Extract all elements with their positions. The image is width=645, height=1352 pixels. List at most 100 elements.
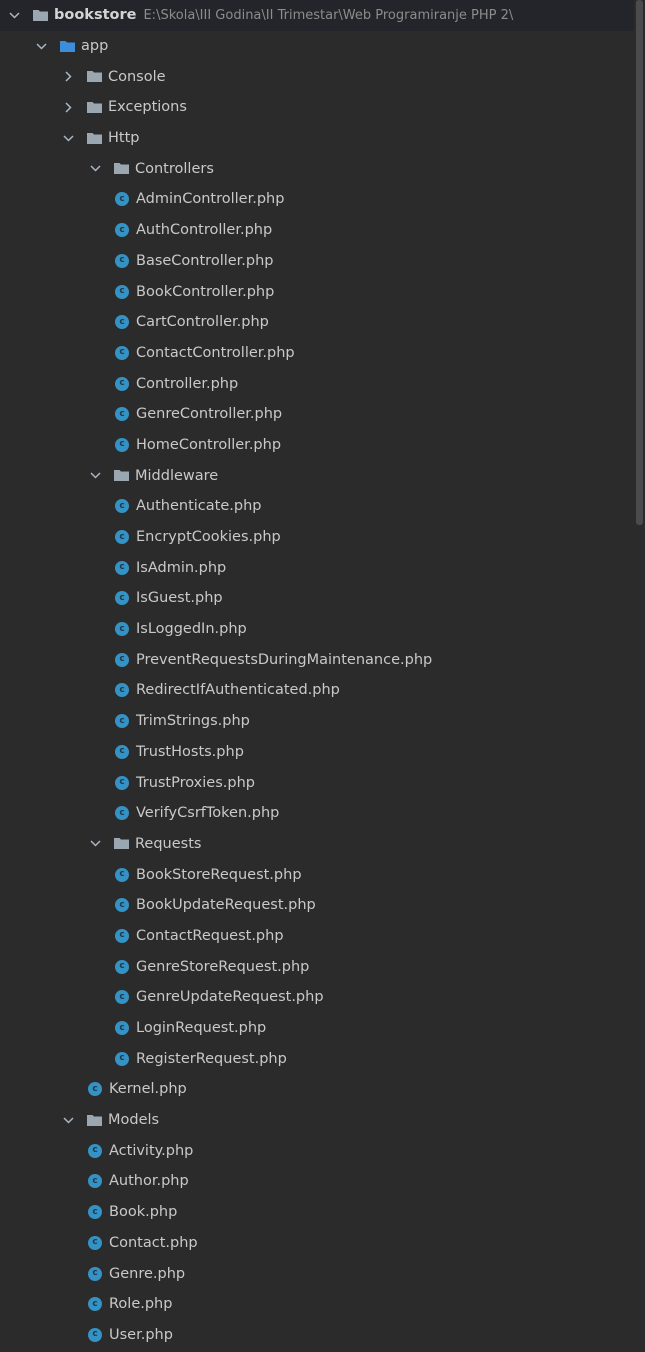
tree-file-registerrequest[interactable]: c RegisterRequest.php <box>0 1043 634 1074</box>
tree-file-isadmin[interactable]: c IsAdmin.php <box>0 552 634 583</box>
tree-file-preventrequestsduringmaintenance[interactable]: c PreventRequestsDuringMaintenance.php <box>0 644 634 675</box>
source-folder-icon <box>60 40 75 52</box>
tree-folder-http[interactable]: Http <box>0 123 634 154</box>
tree-folder-controllers[interactable]: Controllers <box>0 153 634 184</box>
php-class-icon: c <box>115 959 129 974</box>
file-label: HomeController.php <box>136 436 282 453</box>
class-icon-letter: c <box>119 500 125 511</box>
php-class-icon: c <box>115 683 129 698</box>
tree-file-user[interactable]: c User.php <box>0 1320 634 1351</box>
tree-folder-exceptions[interactable]: Exceptions <box>0 92 634 123</box>
chevron-right-icon[interactable] <box>61 71 75 82</box>
tree-folder-middleware[interactable]: Middleware <box>0 460 634 491</box>
tree-file-isguest[interactable]: c IsGuest.php <box>0 583 634 614</box>
tree-file-redirectifauthenticated[interactable]: c RedirectIfAuthenticated.php <box>0 675 634 706</box>
class-icon-letter: c <box>119 869 125 880</box>
class-icon-letter: c <box>119 592 125 603</box>
tree-folder-console[interactable]: Console <box>0 61 634 92</box>
chevron-down-icon[interactable] <box>88 840 102 847</box>
folder-icon <box>87 71 102 83</box>
php-class-icon: c <box>115 499 129 514</box>
class-icon-letter: c <box>119 715 125 726</box>
file-label: Genre.php <box>109 1265 186 1282</box>
chevron-down-icon[interactable] <box>88 472 102 479</box>
tree-file-contactrequest[interactable]: c ContactRequest.php <box>0 921 634 952</box>
file-label: GenreStoreRequest.php <box>136 958 310 975</box>
tree-file-trimstrings[interactable]: c TrimStrings.php <box>0 706 634 737</box>
file-label: BaseController.php <box>136 252 274 269</box>
tree-file-admincontroller[interactable]: c AdminController.php <box>0 184 634 215</box>
class-icon-letter: c <box>92 1175 98 1186</box>
chevron-right-icon[interactable] <box>61 102 75 113</box>
php-class-icon: c <box>115 591 129 606</box>
tree-file-book[interactable]: c Book.php <box>0 1197 634 1228</box>
tree-file-trusthosts[interactable]: c TrustHosts.php <box>0 737 634 768</box>
tree-folder-models[interactable]: Models <box>0 1105 634 1136</box>
folder-icon <box>33 9 48 21</box>
vertical-scrollbar[interactable] <box>634 0 645 1352</box>
php-class-icon: c <box>115 775 129 790</box>
tree-file-genrestorerequest[interactable]: c GenreStoreRequest.php <box>0 951 634 982</box>
tree-file-activity[interactable]: c Activity.php <box>0 1135 634 1166</box>
tree-file-kernel[interactable]: c Kernel.php <box>0 1074 634 1105</box>
scrollbar-thumb[interactable] <box>636 0 643 525</box>
tree-folder-app[interactable]: app <box>0 31 634 62</box>
file-label: TrustProxies.php <box>136 774 255 791</box>
tree-folder-requests[interactable]: Requests <box>0 829 634 860</box>
php-class-icon: c <box>115 407 129 422</box>
file-label: RedirectIfAuthenticated.php <box>136 682 340 699</box>
php-class-icon: c <box>115 315 129 330</box>
tree-file-role[interactable]: c Role.php <box>0 1289 634 1320</box>
tree-file-bookcontroller[interactable]: c BookController.php <box>0 276 634 307</box>
file-label: Kernel.php <box>109 1081 187 1098</box>
php-class-icon: c <box>115 253 129 268</box>
project-path: E:\Skola\III Godina\II Trimestar\Web Pro… <box>143 7 514 23</box>
php-class-icon: c <box>88 1174 102 1189</box>
class-icon-letter: c <box>119 255 125 266</box>
tree-file-controller[interactable]: c Controller.php <box>0 368 634 399</box>
tree-file-verifycsrftoken[interactable]: c VerifyCsrfToken.php <box>0 798 634 829</box>
tree-file-encryptcookies[interactable]: c EncryptCookies.php <box>0 522 634 553</box>
file-label: AdminController.php <box>136 191 285 208</box>
project-tree: bookstore E:\Skola\III Godina\II Trimesta… <box>0 0 634 1352</box>
tree-folder-bookstore[interactable]: bookstore E:\Skola\III Godina\II Trimesta… <box>0 0 634 31</box>
folder-icon <box>87 1114 102 1126</box>
chevron-down-icon[interactable] <box>61 1117 75 1124</box>
tree-file-trustproxies[interactable]: c TrustProxies.php <box>0 767 634 798</box>
tree-file-authcontroller[interactable]: c AuthController.php <box>0 215 634 246</box>
file-label: EncryptCookies.php <box>136 529 281 546</box>
php-class-icon: c <box>115 867 129 882</box>
tree-file-bookupdaterequest[interactable]: c BookUpdateRequest.php <box>0 890 634 921</box>
php-class-icon: c <box>88 1297 102 1312</box>
file-label: TrimStrings.php <box>136 713 250 730</box>
folder-label: Middleware <box>135 467 219 484</box>
php-class-icon: c <box>115 990 129 1005</box>
tree-file-isloggedin[interactable]: c IsLoggedIn.php <box>0 614 634 645</box>
folder-icon <box>87 101 102 113</box>
file-label: BookController.php <box>136 283 275 300</box>
php-class-icon: c <box>115 622 129 637</box>
tree-file-contact[interactable]: c Contact.php <box>0 1228 634 1259</box>
chevron-down-icon[interactable] <box>7 12 21 19</box>
php-class-icon: c <box>115 806 129 821</box>
file-label: ContactController.php <box>136 344 295 361</box>
chevron-down-icon[interactable] <box>61 135 75 142</box>
tree-file-author[interactable]: c Author.php <box>0 1166 634 1197</box>
tree-file-genreupdaterequest[interactable]: c GenreUpdateRequest.php <box>0 982 634 1013</box>
tree-file-bookstorerequest[interactable]: c BookStoreRequest.php <box>0 859 634 890</box>
folder-label: Models <box>108 1112 160 1129</box>
php-class-icon: c <box>115 192 129 207</box>
chevron-down-icon[interactable] <box>34 43 48 50</box>
folder-icon <box>114 838 129 850</box>
tree-file-genrecontroller[interactable]: c GenreController.php <box>0 399 634 430</box>
chevron-down-icon[interactable] <box>88 165 102 172</box>
tree-file-loginrequest[interactable]: c LoginRequest.php <box>0 1013 634 1044</box>
tree-file-genre[interactable]: c Genre.php <box>0 1258 634 1289</box>
tree-file-basecontroller[interactable]: c BaseController.php <box>0 246 634 277</box>
class-icon-letter: c <box>119 224 125 235</box>
tree-file-homecontroller[interactable]: c HomeController.php <box>0 430 634 461</box>
tree-file-authenticate[interactable]: c Authenticate.php <box>0 491 634 522</box>
tree-file-contactcontroller[interactable]: c ContactController.php <box>0 338 634 369</box>
tree-file-cartcontroller[interactable]: c CartController.php <box>0 307 634 338</box>
file-label: Role.php <box>109 1296 173 1313</box>
